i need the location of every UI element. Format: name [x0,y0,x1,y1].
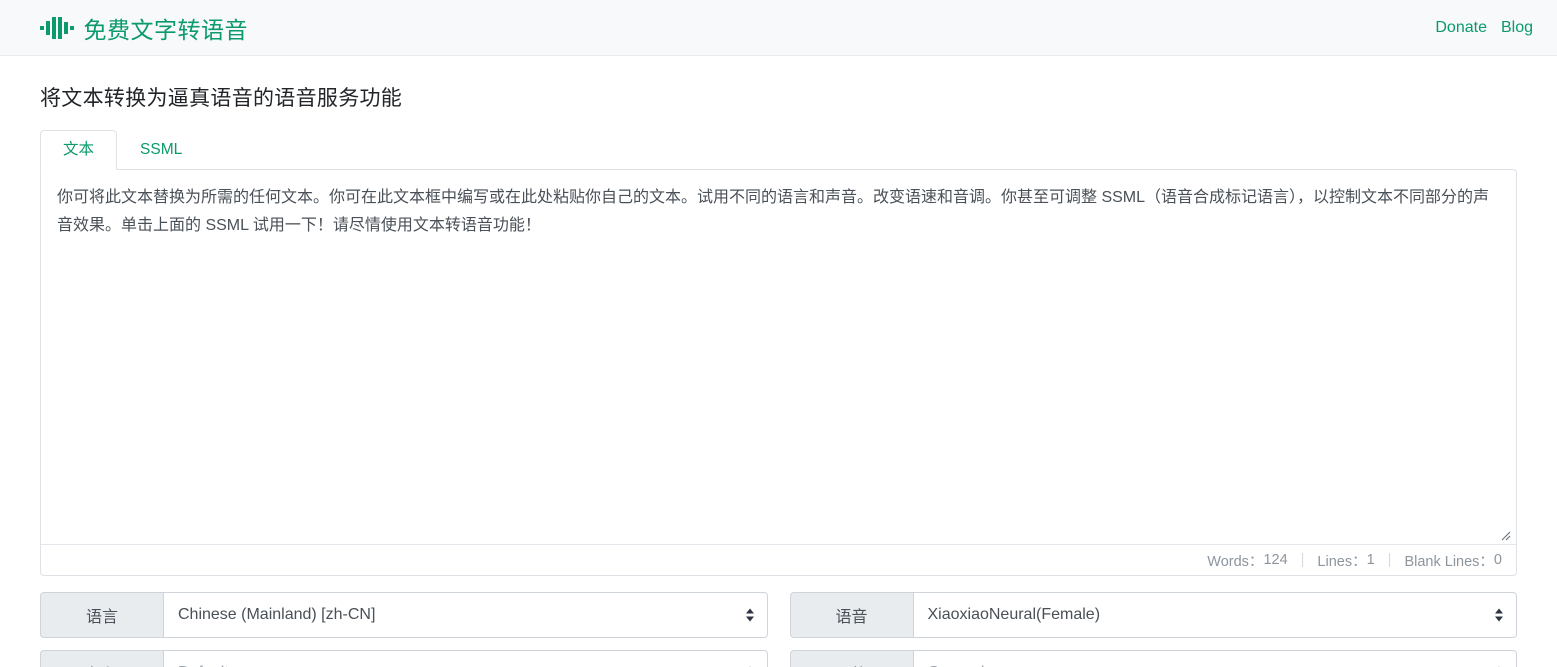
audio-waveform-icon [40,15,74,41]
voice-label: 语音 [789,592,913,638]
brand-link[interactable]: 免费文字转语音 [40,11,248,45]
page-title: 将文本转换为逼真语音的语音服务功能 [40,87,403,110]
voice-select[interactable]: XiaoxiaoNeural(Female) [912,592,1517,638]
blank-line-count-value: 0 [1493,552,1502,568]
line-count-label: Lines： [1317,553,1367,570]
editor-card: Words： 124 | Lines： 1 | Blank Lines： 0 [40,169,1517,576]
word-count-label: Words： [1207,553,1264,570]
role-label: 角色 [40,650,163,667]
blank-line-count-label: Blank Lines： [1404,553,1494,570]
nav-link-donate[interactable]: Donate [1435,19,1487,37]
status-separator: | [1300,552,1305,568]
text-input[interactable] [41,170,1516,544]
header-nav: Donate Blog [1435,19,1533,37]
page-container: 将文本转换为逼真语音的语音服务功能 文本 SSML Words： 124 | L… [0,56,1557,667]
resize-grip-icon[interactable] [1497,527,1513,543]
voice-selector-group: 语音 XiaoxiaoNeural(Female) [789,592,1517,638]
style-select-wrap: General [912,650,1517,667]
role-selector-group: 角色 Default [40,650,768,667]
brand-title: 免费文字转语音 [83,16,248,43]
editor-status-bar: Words： 124 | Lines： 1 | Blank Lines： 0 [41,544,1516,575]
language-selector-group: 语言 Chinese (Mainland) [zh-CN] [40,592,768,638]
style-label: 风格 [789,650,913,667]
word-count-value: 124 [1263,552,1288,568]
controls-row: 语言 Chinese (Mainland) [zh-CN] 角色 Default [40,592,1517,667]
language-select-wrap: Chinese (Mainland) [zh-CN] [163,592,768,638]
nav-link-blog[interactable]: Blog [1501,19,1533,37]
language-label: 语言 [40,592,163,638]
controls-right-column: 语音 XiaoxiaoNeural(Female) 风格 General [789,592,1517,667]
role-select-wrap: Default [163,650,768,667]
role-select[interactable]: Default [163,650,768,667]
line-count-value: 1 [1366,552,1375,568]
editor-tabs: 文本 SSML [40,129,1517,170]
status-separator: | [1387,552,1392,568]
tab-text[interactable]: 文本 [40,129,118,170]
language-select[interactable]: Chinese (Mainland) [zh-CN] [163,592,768,638]
site-header: 免费文字转语音 Donate Blog [0,0,1557,56]
voice-select-wrap: XiaoxiaoNeural(Female) [912,592,1517,638]
tab-ssml[interactable]: SSML [117,130,205,170]
controls-left-column: 语言 Chinese (Mainland) [zh-CN] 角色 Default [40,592,768,667]
style-selector-group: 风格 General [789,650,1517,667]
style-select[interactable]: General [912,650,1517,667]
